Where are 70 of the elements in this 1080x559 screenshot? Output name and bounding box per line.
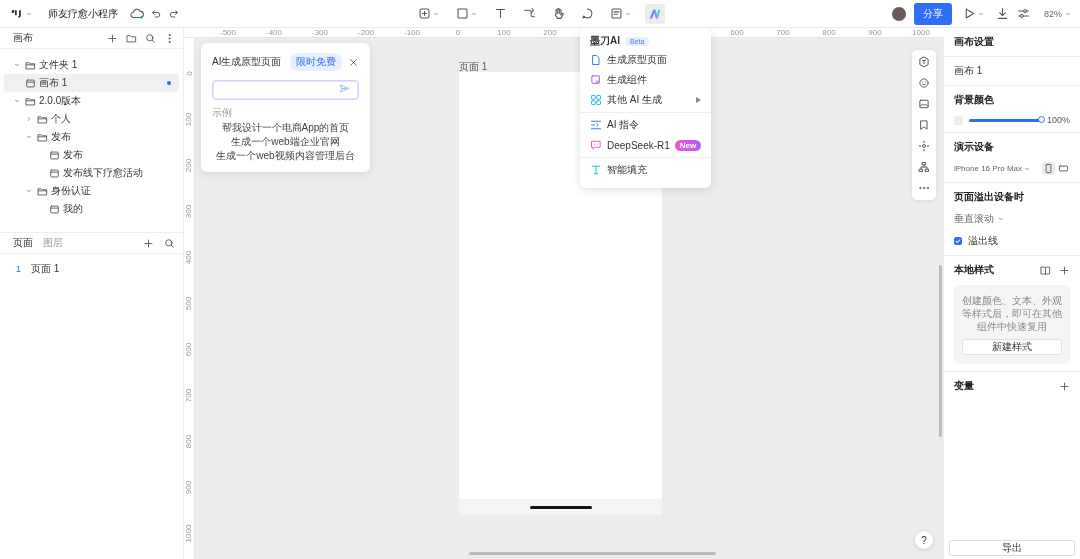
page-number: 1 [16,264,21,274]
ruler-label: 200 [184,158,194,172]
section-title: 页面溢出设备时 [954,190,1025,204]
ruler-label: 1000 [184,524,194,542]
menu-item[interactable]: 智能填充 [580,160,712,180]
ruler-label: -400 [265,28,283,37]
ruler-label: 600 [729,28,745,37]
panel-title: 画布 [13,31,34,45]
ruler-label: 700 [775,28,791,37]
section-label: 示例 [212,106,233,120]
ruler-label: 400 [184,250,194,264]
menu-item[interactable]: 生成原型页面 [580,50,712,70]
promo-badge: 限时免费 [290,53,342,71]
device-dropdown[interactable]: iPhone 16 Pro Max [954,164,1032,173]
ruler-label: 0 [184,70,194,76]
ruler-label: 800 [821,28,837,37]
panel-title: 画布设置 [954,35,995,49]
new-badge: New [674,139,702,151]
menu-item[interactable]: DeepSeek-R1 New [580,135,712,155]
share-button[interactable]: 分享 [914,2,952,25]
example-link[interactable]: 生成一个web端企业官网 [212,136,359,148]
ruler-label: 900 [867,28,883,37]
tree-item[interactable]: 发布 [4,128,179,146]
dialog-title: AI生成原型页面 [212,55,283,69]
checkbox-label: 溢出线 [968,234,998,248]
tree-item[interactable]: 发布线下疗愈活动 [4,164,179,182]
tree-item[interactable]: 画布 1 [4,74,179,92]
ruler-label: -200 [357,28,375,37]
menu-title: 墨刀AI [590,34,620,48]
menu-item[interactable]: 生成组件 [580,70,712,90]
help-button[interactable]: ? [915,531,933,549]
section-title: 背景颜色 [954,93,995,107]
ruler-label: 1000 [911,28,931,37]
tree-item[interactable]: 个人 [4,110,179,128]
tree-item[interactable]: 文件夹 1 [4,56,179,74]
styles-hint: 创建颜色、文本、外观等样式后，即可在其他组件中快速复用 [962,294,1062,333]
page-name[interactable]: 页面 1 [31,262,60,276]
ruler-label: 200 [542,28,558,37]
tree-item[interactable]: 发布 [4,146,179,164]
section-title: 本地样式 [954,263,995,277]
opacity-value: 100% [1046,115,1070,125]
ruler-label: 800 [184,434,194,448]
scroll-dropdown[interactable]: 垂直滚动 [954,212,1070,226]
page-label: 页面 1 [459,60,488,74]
tree-item[interactable]: 身份认证 [4,182,179,200]
example-link[interactable]: 生成一个web视频内容管理后台 [212,150,359,162]
example-link[interactable]: 帮我设计一个电商App的首页 [212,122,359,134]
ruler-label: 100 [184,112,194,126]
ruler-label: 0 [454,28,462,37]
section-title: 演示设备 [954,140,995,154]
ruler-label: -500 [219,28,237,37]
panel-tab[interactable]: 页面 [13,236,33,250]
canvas-name: 画布 1 [954,64,984,78]
ruler-label: 300 [184,204,194,218]
ruler-label: 600 [184,342,194,356]
ruler-label: 100 [496,28,512,37]
menu-item[interactable]: AI 指令 [580,115,712,135]
tree-item[interactable]: 我的 [4,200,179,218]
ruler-label: 700 [184,388,194,402]
ruler-label: 500 [184,296,194,310]
new-style-button[interactable]: 新建样式 [962,339,1062,355]
export-button[interactable]: 导出 [949,540,1075,556]
section-title: 变量 [954,379,975,393]
ruler-label: -300 [311,28,329,37]
ruler-label: -100 [403,28,421,37]
ruler-label: 900 [184,480,194,494]
zoom-dropdown[interactable]: 82% [1044,8,1072,19]
tree-item[interactable]: 2.0.0版本 [4,92,179,110]
project-title: 师友疗愈小程序 [48,6,118,21]
menu-item[interactable]: 其他 AI 生成 [580,90,712,110]
